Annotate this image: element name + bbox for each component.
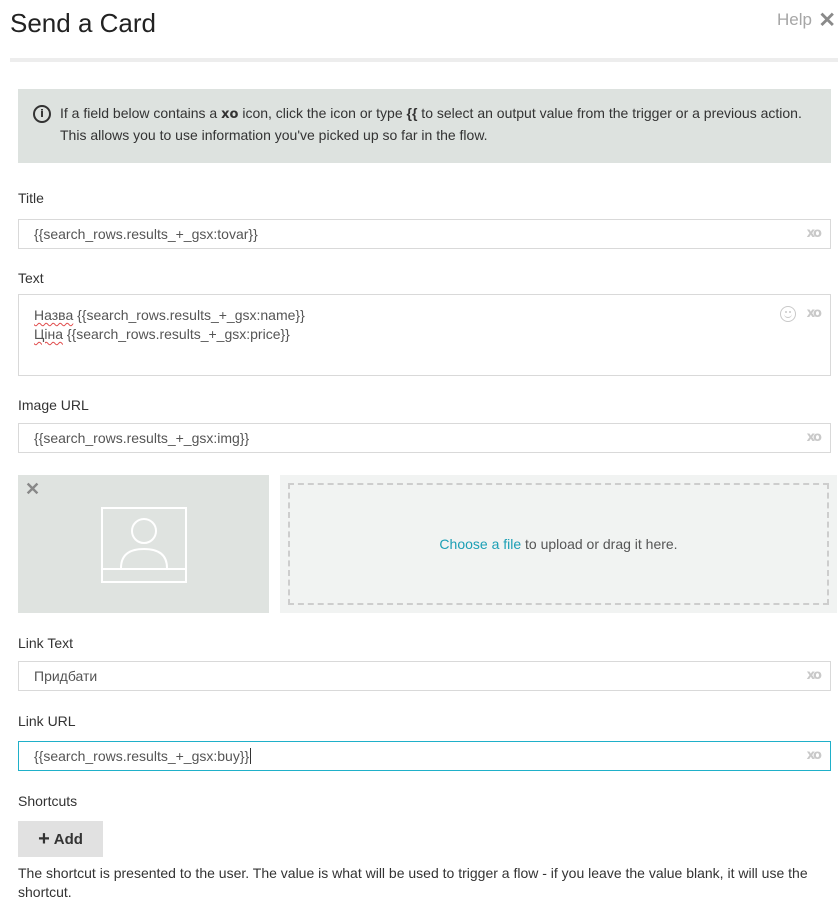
- link-text-value: Придбати: [34, 668, 98, 684]
- info-token-braces: {{: [406, 105, 418, 121]
- insert-token-icon[interactable]: xo: [807, 662, 822, 690]
- add-shortcut-button[interactable]: + Add: [18, 821, 103, 857]
- title-value: {{search_rows.results_+_gsx:tovar}}: [34, 226, 258, 242]
- insert-token-icon[interactable]: xo: [807, 742, 822, 770]
- help-link[interactable]: Help: [777, 10, 812, 30]
- text-cursor: [250, 748, 252, 764]
- text-field[interactable]: Назва {{search_rows.results_+_gsx:name}}…: [18, 294, 831, 376]
- add-button-label: Add: [53, 831, 83, 848]
- insert-token-icon[interactable]: xo: [807, 220, 822, 248]
- info-text-part: icon, click the icon or type: [238, 105, 407, 121]
- link-url-value: {{search_rows.results_+_gsx:buy}}: [34, 748, 250, 764]
- image-url-field[interactable]: {{search_rows.results_+_gsx:img}} xo: [18, 423, 831, 453]
- image-placeholder-icon: [101, 507, 187, 583]
- header-divider: [10, 58, 838, 62]
- close-icon[interactable]: ✕: [818, 8, 836, 33]
- image-url-value: {{search_rows.results_+_gsx:img}}: [34, 430, 250, 446]
- insert-token-icon[interactable]: xo: [807, 305, 822, 323]
- link-text-field[interactable]: Придбати xo: [18, 661, 831, 691]
- dialog-header: Send a Card Help ✕: [10, 0, 838, 62]
- text-line-1: Назва {{search_rows.results_+_gsx:name}}: [34, 306, 790, 325]
- info-text: i If a field below contains a xo icon, cl…: [33, 103, 813, 146]
- token-icon: xo: [221, 107, 239, 122]
- text-line-2-prefix: Ціна: [34, 326, 63, 342]
- insert-token-icon[interactable]: xo: [807, 424, 822, 452]
- text-line-1-prefix: Назва: [34, 307, 74, 323]
- text-line-2-value: {{search_rows.results_+_gsx:price}}: [62, 326, 290, 342]
- dropzone-area[interactable]: Choose a file to upload or drag it here.: [288, 483, 829, 605]
- title-label: Title: [18, 190, 44, 206]
- link-url-field[interactable]: {{search_rows.results_+_gsx:buy}} xo: [18, 741, 831, 771]
- dropzone-text: to upload or drag it here.: [521, 536, 678, 552]
- plus-icon: +: [38, 828, 50, 850]
- info-text-part: If a field below contains a: [60, 105, 222, 121]
- dialog-title: Send a Card: [10, 8, 156, 38]
- shortcuts-label: Shortcuts: [18, 793, 78, 809]
- smiley-mouth: [784, 313, 792, 318]
- file-dropzone[interactable]: Choose a file to upload or drag it here.: [280, 475, 837, 613]
- link-text-label: Link Text: [18, 635, 73, 651]
- shortcuts-hint: The shortcut is presented to the user. T…: [18, 865, 808, 900]
- info-circle-icon: i: [33, 105, 51, 123]
- smiley-icon[interactable]: [780, 306, 796, 322]
- choose-file-link[interactable]: Choose a file: [439, 536, 521, 552]
- image-preview: ✕: [18, 475, 269, 613]
- image-url-label: Image URL: [18, 397, 89, 413]
- text-label: Text: [18, 270, 44, 286]
- info-banner: i If a field below contains a xo icon, cl…: [18, 89, 831, 163]
- remove-image-icon[interactable]: ✕: [25, 479, 40, 500]
- title-field[interactable]: {{search_rows.results_+_gsx:tovar}} xo: [18, 219, 831, 249]
- link-url-label: Link URL: [18, 713, 76, 729]
- text-line-2: Ціна {{search_rows.results_+_gsx:price}}: [34, 325, 790, 344]
- text-line-1-value: {{search_rows.results_+_gsx:name}}: [73, 307, 305, 323]
